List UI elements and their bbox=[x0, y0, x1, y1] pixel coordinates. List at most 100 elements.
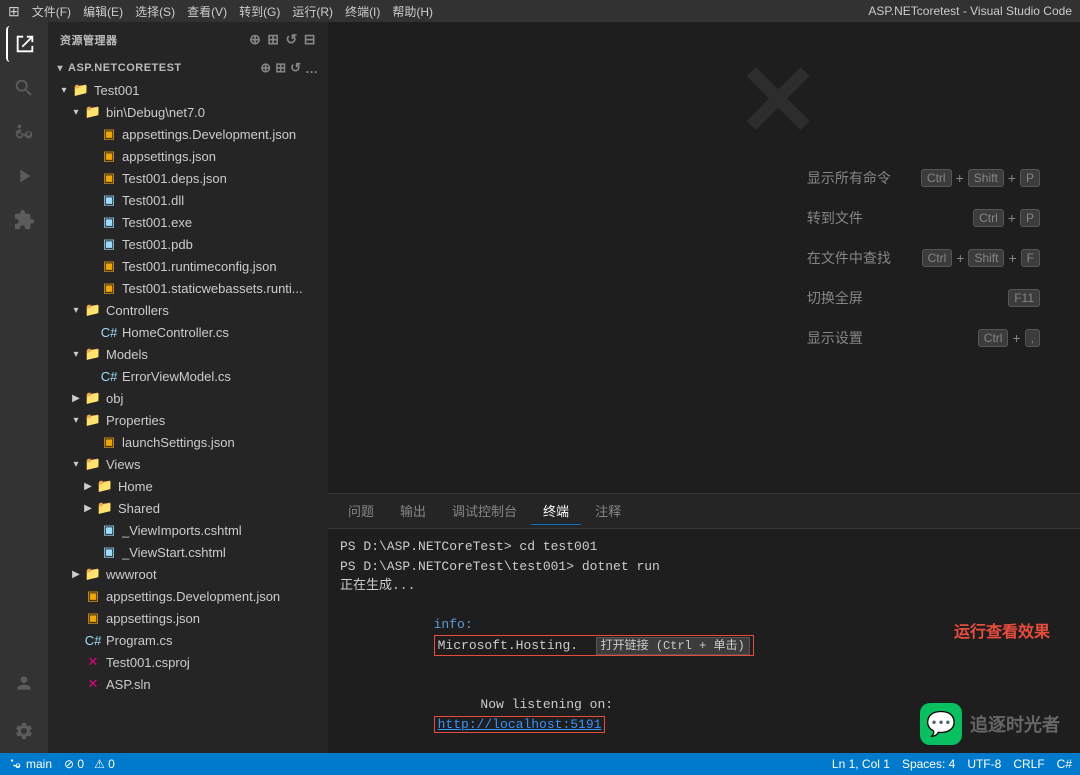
term-listening-prefix: Now listening on: bbox=[434, 697, 621, 712]
status-language[interactable]: C# bbox=[1057, 757, 1072, 771]
folder-icon-models: 📁 bbox=[84, 345, 102, 363]
settings-activity-icon[interactable] bbox=[6, 713, 42, 749]
plus-3: + bbox=[1008, 210, 1016, 226]
tree-item-dll[interactable]: ▣ Test001.dll bbox=[48, 189, 328, 211]
json-icon-ad2: ▣ bbox=[84, 587, 102, 605]
kbd-p-2: P bbox=[1020, 209, 1040, 227]
tree-item-shared[interactable]: ▶ 📁 Shared bbox=[48, 497, 328, 519]
label-csproj: Test001.csproj bbox=[106, 655, 190, 670]
status-branch-label: main bbox=[26, 757, 52, 771]
cs-icon-pg: C# bbox=[84, 631, 102, 649]
tab-comments[interactable]: 注释 bbox=[583, 497, 633, 525]
tree-item-models[interactable]: ▾ 📁 Models bbox=[48, 343, 328, 365]
plus-2: + bbox=[1008, 170, 1016, 186]
files-activity-icon[interactable] bbox=[6, 26, 42, 62]
tree-item-appsettings-dev2[interactable]: ▣ appsettings.Development.json bbox=[48, 585, 328, 607]
term-line-1: PS D:\ASP.NETCoreTest> cd test001 bbox=[340, 537, 1068, 557]
file-tree: ▾ ASP.NETCORETEST ⊕ ⊞ ↺ … ▾ 📁 Test001 ▾ … bbox=[48, 57, 328, 753]
tree-item-csproj[interactable]: ✕ Test001.csproj bbox=[48, 651, 328, 673]
chevron-obj: ▶ bbox=[68, 393, 84, 404]
tree-item-appsettings2[interactable]: ▣ appsettings.json bbox=[48, 607, 328, 629]
status-branch[interactable]: main bbox=[8, 757, 52, 771]
new-folder-icon[interactable]: ⊞ bbox=[267, 31, 279, 48]
chevron-wwwroot: ▶ bbox=[68, 569, 84, 580]
status-spaces[interactable]: Spaces: 4 bbox=[902, 757, 955, 771]
extensions-activity-icon[interactable] bbox=[6, 202, 42, 238]
collapse-icon[interactable]: ⊟ bbox=[304, 31, 316, 48]
new-folder-btn[interactable]: ⊞ bbox=[273, 60, 288, 76]
tree-item-properties[interactable]: ▾ 📁 Properties bbox=[48, 409, 328, 431]
label-program: Program.cs bbox=[106, 633, 172, 648]
cshtml-icon-vi: ▣ bbox=[100, 521, 118, 539]
label-pdb: Test001.pdb bbox=[122, 237, 193, 252]
tree-item-appsettings-dev[interactable]: ▣ appsettings.Development.json bbox=[48, 123, 328, 145]
tree-item-launchsettings[interactable]: ▣ launchSettings.json bbox=[48, 431, 328, 453]
cshtml-icon-vs: ▣ bbox=[100, 543, 118, 561]
tree-item-wwwroot[interactable]: ▶ 📁 wwwroot bbox=[48, 563, 328, 585]
tree-item-homecontroller[interactable]: C# HomeController.cs bbox=[48, 321, 328, 343]
tree-item-pdb[interactable]: ▣ Test001.pdb bbox=[48, 233, 328, 255]
tree-item-exe[interactable]: ▣ Test001.exe bbox=[48, 211, 328, 233]
status-encoding[interactable]: UTF-8 bbox=[967, 757, 1001, 771]
dll-icon: ▣ bbox=[100, 191, 118, 209]
tab-problems[interactable]: 问题 bbox=[336, 497, 386, 525]
term-line-2: PS D:\ASP.NETCoreTest\test001> dotnet ru… bbox=[340, 557, 1068, 577]
new-file-btn[interactable]: ⊕ bbox=[258, 60, 273, 76]
cmd-row-goto-file: 转到文件 Ctrl + P bbox=[807, 208, 1040, 228]
source-control-activity-icon[interactable] bbox=[6, 114, 42, 150]
tree-item-deps[interactable]: ▣ Test001.deps.json bbox=[48, 167, 328, 189]
menu-help[interactable]: 帮助(H) bbox=[392, 3, 433, 20]
new-file-icon[interactable]: ⊕ bbox=[249, 31, 261, 48]
status-line-ending[interactable]: CRLF bbox=[1013, 757, 1044, 771]
tree-item-sln[interactable]: ✕ ASP.sln bbox=[48, 673, 328, 695]
label-models: Models bbox=[106, 347, 148, 362]
menu-run[interactable]: 运行(R) bbox=[292, 3, 333, 20]
tree-root[interactable]: ▾ ASP.NETCORETEST ⊕ ⊞ ↺ … bbox=[48, 57, 328, 79]
chevron-home: ▶ bbox=[80, 481, 96, 492]
tree-item-home[interactable]: ▶ 📁 Home bbox=[48, 475, 328, 497]
label-deps: Test001.deps.json bbox=[122, 171, 227, 186]
tree-item-program[interactable]: C# Program.cs bbox=[48, 629, 328, 651]
more-btn[interactable]: … bbox=[303, 61, 320, 76]
menu-select[interactable]: 选择(S) bbox=[135, 3, 175, 20]
label-errorviewmodel: ErrorViewModel.cs bbox=[122, 369, 231, 384]
label-appsettings-dev: appsettings.Development.json bbox=[122, 127, 296, 142]
tree-item-staticweb[interactable]: ▣ Test001.staticwebassets.runti... bbox=[48, 277, 328, 299]
tree-item-appsettings[interactable]: ▣ appsettings.json bbox=[48, 145, 328, 167]
account-activity-icon[interactable] bbox=[6, 665, 42, 701]
label-properties: Properties bbox=[106, 413, 165, 428]
tree-item-bin[interactable]: ▾ 📁 bin\Debug\net7.0 bbox=[48, 101, 328, 123]
tree-item-test001[interactable]: ▾ 📁 Test001 bbox=[48, 79, 328, 101]
tree-item-views[interactable]: ▾ 📁 Views bbox=[48, 453, 328, 475]
tab-terminal[interactable]: 终端 bbox=[531, 497, 581, 525]
term-url[interactable]: http://localhost:5191 bbox=[434, 716, 606, 733]
label-sln: ASP.sln bbox=[106, 677, 151, 692]
tab-debug-console[interactable]: 调试控制台 bbox=[440, 497, 529, 525]
menu-edit[interactable]: 编辑(E) bbox=[83, 3, 123, 20]
tree-item-viewimports[interactable]: ▣ _ViewImports.cshtml bbox=[48, 519, 328, 541]
tree-item-controllers[interactable]: ▾ 📁 Controllers bbox=[48, 299, 328, 321]
kbd-ctrl-3: Ctrl bbox=[922, 249, 953, 267]
menu-file[interactable]: 文件(F) bbox=[32, 3, 71, 20]
kbd-f: F bbox=[1021, 249, 1040, 267]
tree-item-errorviewmodel[interactable]: C# ErrorViewModel.cs bbox=[48, 365, 328, 387]
term-prompt-1: PS D:\ASP.NETCoreTest> cd test001 bbox=[340, 539, 597, 554]
tree-item-viewstart[interactable]: ▣ _ViewStart.cshtml bbox=[48, 541, 328, 563]
cs-icon-evm: C# bbox=[100, 367, 118, 385]
refresh-icon[interactable]: ↺ bbox=[286, 31, 298, 48]
label-appsettings-dev2: appsettings.Development.json bbox=[106, 589, 280, 604]
menu-terminal[interactable]: 终端(I) bbox=[345, 3, 380, 20]
run-activity-icon[interactable] bbox=[6, 158, 42, 194]
tree-item-runtimeconfig[interactable]: ▣ Test001.runtimeconfig.json bbox=[48, 255, 328, 277]
tab-output[interactable]: 输出 bbox=[388, 497, 438, 525]
json-icon-ls: ▣ bbox=[100, 433, 118, 451]
search-activity-icon[interactable] bbox=[6, 70, 42, 106]
tree-item-obj[interactable]: ▶ 📁 obj bbox=[48, 387, 328, 409]
status-errors-label: ⊘ 0 bbox=[64, 757, 84, 771]
label-controllers: Controllers bbox=[106, 303, 169, 318]
refresh-btn[interactable]: ↺ bbox=[288, 60, 303, 76]
label-launchsettings: launchSettings.json bbox=[122, 435, 235, 450]
status-errors[interactable]: ⊘ 0 ⚠ 0 bbox=[64, 757, 115, 771]
menu-goto[interactable]: 转到(G) bbox=[239, 3, 280, 20]
menu-view[interactable]: 查看(V) bbox=[187, 3, 227, 20]
